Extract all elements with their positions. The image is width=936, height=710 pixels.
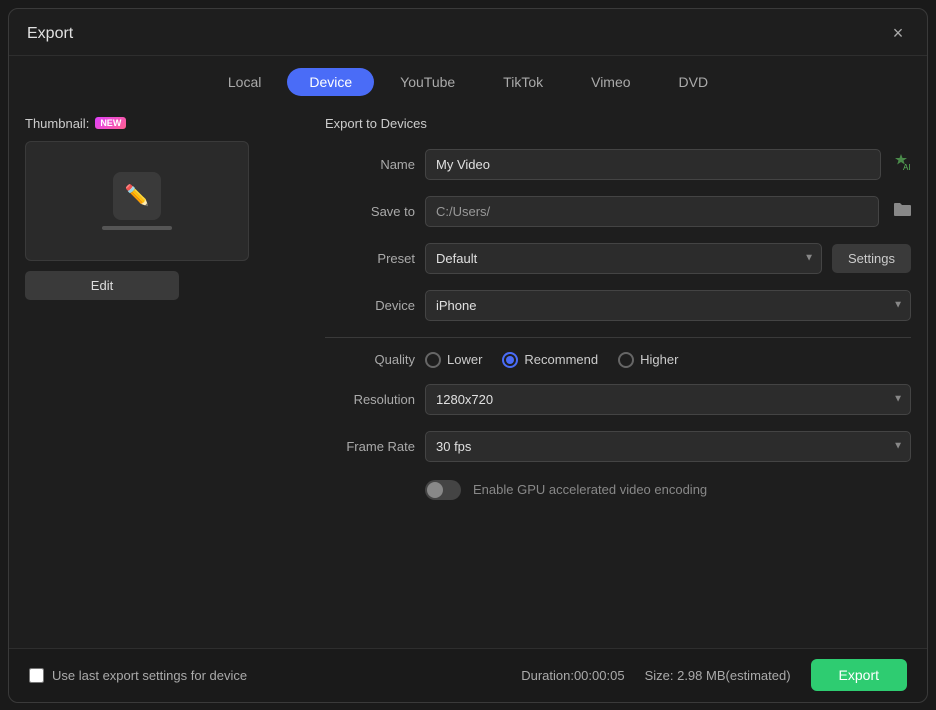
tab-tiktok[interactable]: TikTok: [481, 68, 565, 96]
quality-recommend[interactable]: Recommend: [502, 352, 598, 368]
gpu-toggle[interactable]: [425, 480, 461, 500]
quality-recommend-label: Recommend: [524, 352, 598, 367]
quality-options: Lower Recommend Higher: [425, 352, 678, 368]
left-panel: Thumbnail: NEW ✏️ Edit: [25, 106, 305, 621]
section-title: Export to Devices: [325, 116, 911, 131]
radio-higher-outer: [618, 352, 634, 368]
right-panel: Export to Devices Name AI Save to: [325, 106, 911, 621]
size-display: Size: 2.98 MB(estimated): [645, 668, 791, 683]
radio-recommend-inner: [506, 356, 514, 364]
svg-text:AI: AI: [903, 163, 911, 172]
gpu-toggle-label: Enable GPU accelerated video encoding: [473, 482, 707, 497]
content-area: Thumbnail: NEW ✏️ Edit Export to Devices…: [9, 106, 927, 637]
footer: Use last export settings for device Dura…: [9, 648, 927, 702]
device-select[interactable]: iPhone: [425, 290, 911, 321]
frame-rate-select-wrapper: 30 fps ▼: [425, 431, 911, 462]
preset-select[interactable]: Default: [425, 243, 822, 274]
size-label: Size:: [645, 668, 674, 683]
thumbnail-label: Thumbnail: NEW: [25, 116, 305, 131]
duration-value: 00:00:05: [574, 668, 625, 683]
last-settings-label: Use last export settings for device: [52, 668, 247, 683]
size-value: 2.98 MB(estimated): [677, 668, 790, 683]
quality-label: Quality: [325, 352, 415, 367]
footer-right: Duration:00:00:05 Size: 2.98 MB(estimate…: [521, 659, 907, 691]
tab-vimeo[interactable]: Vimeo: [569, 68, 652, 96]
settings-button[interactable]: Settings: [832, 244, 911, 273]
quality-lower-label: Lower: [447, 352, 482, 367]
quality-higher-label: Higher: [640, 352, 678, 367]
save-to-input[interactable]: [425, 196, 879, 227]
tab-youtube[interactable]: YouTube: [378, 68, 477, 96]
dialog-title: Export: [27, 25, 73, 43]
pencil-icon: ✏️: [113, 172, 161, 220]
frame-rate-label: Frame Rate: [325, 439, 415, 454]
divider: [325, 337, 911, 338]
resolution-label: Resolution: [325, 392, 415, 407]
toggle-knob: [427, 482, 443, 498]
export-button[interactable]: Export: [811, 659, 907, 691]
radio-lower-outer: [425, 352, 441, 368]
save-to-row: Save to: [325, 196, 911, 227]
last-settings-checkbox-area: Use last export settings for device: [29, 668, 247, 683]
preset-row: Preset Default ▼ Settings: [325, 243, 911, 274]
preset-select-wrapper: Default ▼: [425, 243, 822, 274]
save-to-label: Save to: [325, 204, 415, 219]
name-row: Name AI: [325, 149, 911, 180]
thumbnail-text: Thumbnail:: [25, 116, 89, 131]
tab-device[interactable]: Device: [287, 68, 374, 96]
ai-icon[interactable]: AI: [891, 152, 911, 177]
device-row: Device iPhone ▼: [325, 290, 911, 321]
frame-rate-select[interactable]: 30 fps: [425, 431, 911, 462]
duration-display: Duration:00:00:05: [521, 668, 624, 683]
folder-icon[interactable]: [893, 201, 911, 222]
export-dialog: Export × Local Device YouTube TikTok Vim…: [8, 8, 928, 703]
last-settings-checkbox[interactable]: [29, 668, 44, 683]
quality-higher[interactable]: Higher: [618, 352, 678, 368]
quality-row: Quality Lower Recommend Higher: [325, 352, 911, 368]
thumbnail-preview: ✏️: [25, 141, 249, 261]
frame-rate-row: Frame Rate 30 fps ▼: [325, 431, 911, 462]
preset-label: Preset: [325, 251, 415, 266]
name-label: Name: [325, 157, 415, 172]
edit-button[interactable]: Edit: [25, 271, 179, 300]
close-button[interactable]: ×: [887, 23, 909, 45]
name-input[interactable]: [425, 149, 881, 180]
tab-bar: Local Device YouTube TikTok Vimeo DVD: [9, 56, 927, 106]
gpu-toggle-row: Enable GPU accelerated video encoding: [325, 480, 911, 500]
resolution-row: Resolution 1280x720 ▼: [325, 384, 911, 415]
device-label: Device: [325, 298, 415, 313]
dialog-header: Export ×: [9, 9, 927, 56]
device-select-wrapper: iPhone ▼: [425, 290, 911, 321]
thumbnail-line: [102, 226, 172, 230]
tab-local[interactable]: Local: [206, 68, 283, 96]
new-badge: NEW: [95, 117, 126, 129]
radio-recommend-outer: [502, 352, 518, 368]
resolution-select[interactable]: 1280x720: [425, 384, 911, 415]
tab-dvd[interactable]: DVD: [657, 68, 731, 96]
duration-label: Duration:: [521, 668, 574, 683]
resolution-select-wrapper: 1280x720 ▼: [425, 384, 911, 415]
quality-lower[interactable]: Lower: [425, 352, 482, 368]
